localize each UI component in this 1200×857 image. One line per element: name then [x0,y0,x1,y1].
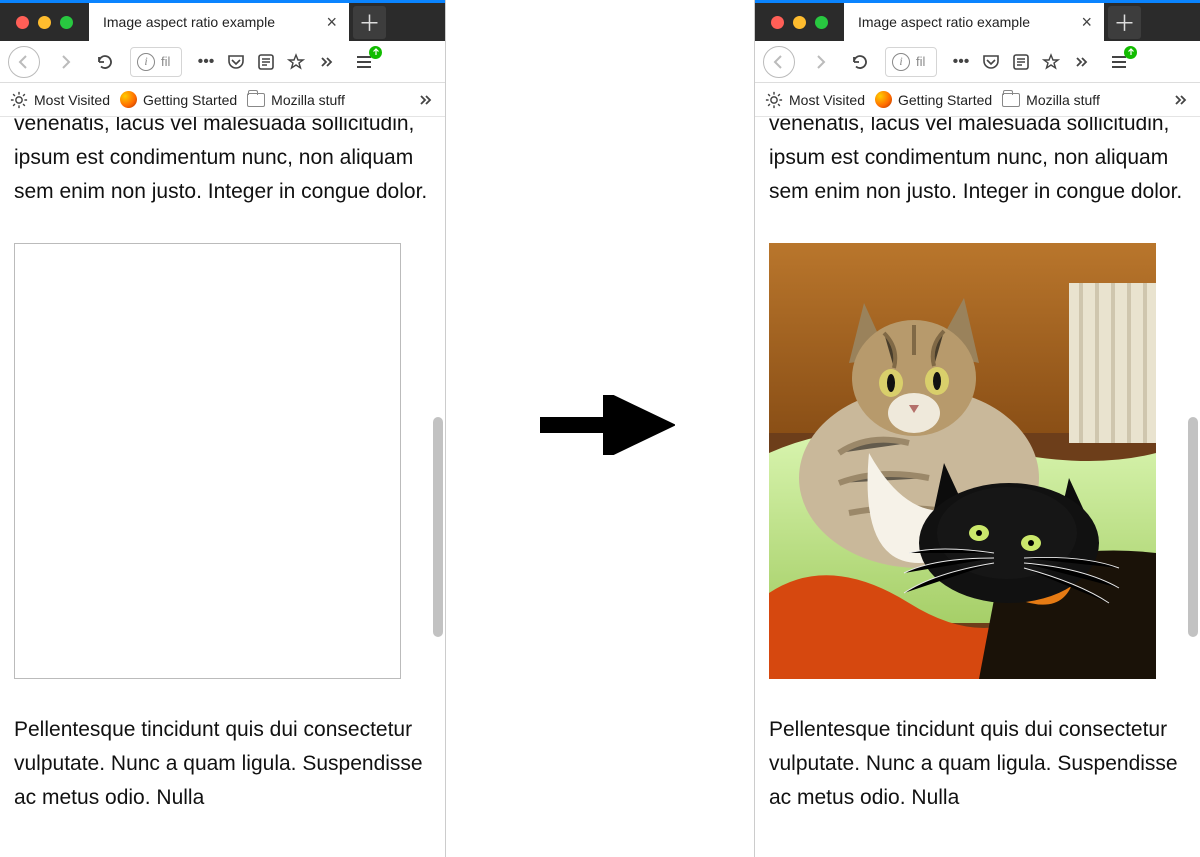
bookmark-label: Most Visited [34,92,110,108]
paragraph-text: venenatis, lacus vel malesuada sollicitu… [14,117,431,209]
bookmarks-overflow-icon[interactable] [415,90,435,110]
scrollbar[interactable] [1188,117,1198,857]
page-viewport[interactable]: venenatis, lacus vel malesuada sollicitu… [0,117,445,857]
app-menu-button[interactable] [1107,50,1131,74]
navigation-toolbar: i fil ••• [755,41,1200,83]
update-badge-icon [369,46,382,59]
more-actions-icon[interactable]: ••• [196,52,216,72]
tab-title: Image aspect ratio example [858,14,1030,30]
url-text: fil [916,54,925,69]
bookmark-star-icon[interactable] [286,52,306,72]
firefox-icon [120,91,137,108]
folder-icon [247,93,265,107]
page-viewport[interactable]: venenatis, lacus vel malesuada sollicitu… [755,117,1200,857]
bookmark-getting-started[interactable]: Getting Started [875,91,992,108]
overflow-icon[interactable] [1071,52,1091,72]
site-info-icon[interactable]: i [137,53,155,71]
gear-icon [765,91,783,109]
new-tab-button[interactable]: ＋ [1108,6,1141,39]
bookmarks-overflow-icon[interactable] [1170,90,1190,110]
back-button[interactable] [8,46,40,78]
pocket-icon[interactable] [981,52,1001,72]
browser-tab[interactable]: Image aspect ratio example × [844,3,1104,41]
bookmark-most-visited[interactable]: Most Visited [765,91,865,109]
window-close-button[interactable] [16,16,29,29]
app-menu-button[interactable] [352,50,376,74]
bookmark-label: Most Visited [789,92,865,108]
forward-button[interactable] [50,47,80,77]
bookmarks-toolbar: Most Visited Getting Started Mozilla stu… [755,83,1200,117]
reload-button[interactable] [845,47,875,77]
close-icon[interactable]: × [1077,13,1096,31]
firefox-icon [875,91,892,108]
plus-icon: ＋ [358,6,380,38]
bookmarks-toolbar: Most Visited Getting Started Mozilla stu… [0,83,445,117]
paragraph-text: Pellentesque tincidunt quis dui consecte… [14,713,431,815]
bookmark-most-visited[interactable]: Most Visited [10,91,110,109]
page-actions: ••• [951,52,1091,72]
image-placeholder-unloaded [14,243,401,679]
bookmark-mozilla-stuff[interactable]: Mozilla stuff [247,92,345,108]
url-bar[interactable]: i fil [885,47,937,77]
scrollbar[interactable] [433,117,443,857]
folder-icon [1002,93,1020,107]
bookmark-getting-started[interactable]: Getting Started [120,91,237,108]
page-actions: ••• [196,52,336,72]
window-controls [755,16,844,29]
browser-window-after: Image aspect ratio example × ＋ i fil ••• [755,0,1200,857]
bookmark-label: Getting Started [898,92,992,108]
plus-icon: ＋ [1113,6,1135,38]
browser-window-before: Image aspect ratio example × ＋ i fil ••• [0,0,445,857]
new-tab-button[interactable]: ＋ [353,6,386,39]
update-badge-icon [1124,46,1137,59]
browser-tab[interactable]: Image aspect ratio example × [89,3,349,41]
bookmark-label: Getting Started [143,92,237,108]
tab-bar: Image aspect ratio example × ＋ [755,3,1200,41]
window-close-button[interactable] [771,16,784,29]
pocket-icon[interactable] [226,52,246,72]
reader-mode-icon[interactable] [1011,52,1031,72]
back-button[interactable] [763,46,795,78]
overflow-icon[interactable] [316,52,336,72]
forward-button[interactable] [805,47,835,77]
paragraph-text: venenatis, lacus vel malesuada sollicitu… [769,117,1186,209]
bookmark-label: Mozilla stuff [1026,92,1100,108]
tab-title: Image aspect ratio example [103,14,275,30]
paragraph-text: Pellentesque tincidunt quis dui consecte… [769,713,1186,815]
window-minimize-button[interactable] [793,16,806,29]
bookmark-label: Mozilla stuff [271,92,345,108]
tab-bar: Image aspect ratio example × ＋ [0,3,445,41]
close-icon[interactable]: × [322,13,341,31]
arrow-icon [540,395,675,455]
bookmark-mozilla-stuff[interactable]: Mozilla stuff [1002,92,1100,108]
reader-mode-icon[interactable] [256,52,276,72]
reload-button[interactable] [90,47,120,77]
window-minimize-button[interactable] [38,16,51,29]
window-maximize-button[interactable] [60,16,73,29]
scrollbar-thumb[interactable] [433,417,443,637]
bookmark-star-icon[interactable] [1041,52,1061,72]
navigation-toolbar: i fil ••• [0,41,445,83]
url-bar[interactable]: i fil [130,47,182,77]
scrollbar-thumb[interactable] [1188,417,1198,637]
window-maximize-button[interactable] [815,16,828,29]
content-image-cats [769,243,1156,679]
window-controls [0,16,89,29]
gear-icon [10,91,28,109]
url-text: fil [161,54,170,69]
site-info-icon[interactable]: i [892,53,910,71]
more-actions-icon[interactable]: ••• [951,52,971,72]
